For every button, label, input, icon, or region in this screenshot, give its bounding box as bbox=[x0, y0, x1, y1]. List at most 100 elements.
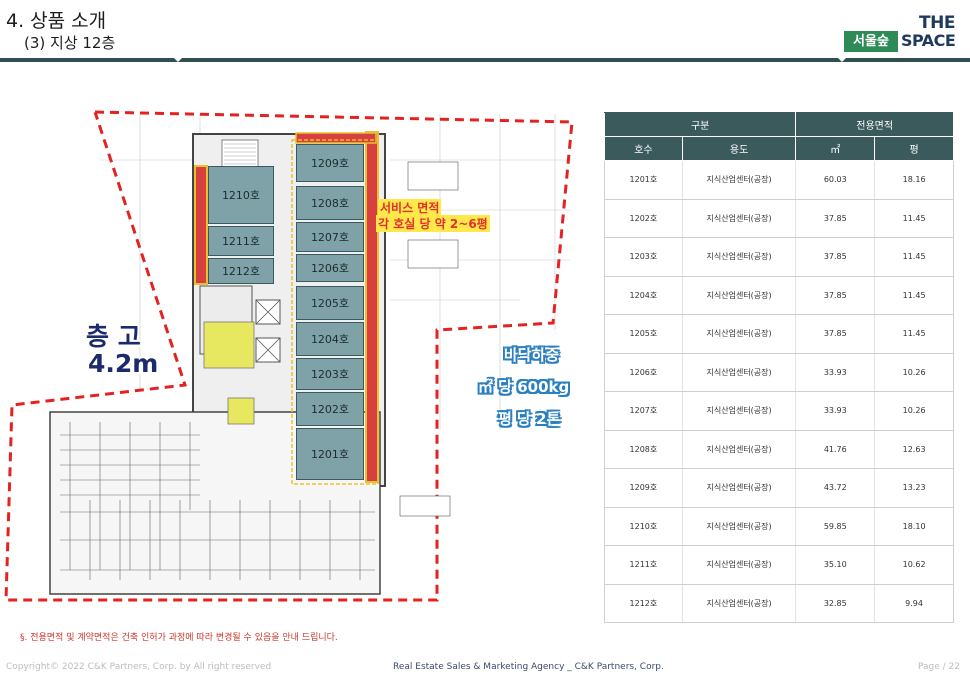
table-cell: 43.72 bbox=[795, 468, 876, 508]
table-cell: 37.85 bbox=[795, 276, 876, 315]
table-group-header: 구분 bbox=[603, 112, 797, 137]
table-cell: 1206호 bbox=[604, 353, 683, 392]
table-column-header: ㎡ bbox=[795, 136, 876, 161]
service-area-strip-right bbox=[365, 131, 379, 483]
room-1207: 1207호 bbox=[296, 222, 364, 252]
table-cell: 18.10 bbox=[874, 507, 954, 546]
table-cell: 지식산업센터(공장) bbox=[682, 584, 797, 623]
ceiling-height-value: 4.2m bbox=[88, 349, 159, 378]
table-cell: 11.45 bbox=[874, 276, 954, 315]
table-cell: 1212호 bbox=[604, 584, 683, 623]
floor-load-per-sqm: ㎡ 당 600kg bbox=[478, 378, 570, 396]
table-cell: 1211호 bbox=[604, 545, 683, 585]
table-cell: 1207호 bbox=[604, 391, 683, 431]
room-1212: 1212호 bbox=[208, 258, 274, 284]
room-1202: 1202호 bbox=[296, 392, 364, 426]
table-cell: 지식산업센터(공장) bbox=[682, 276, 797, 315]
table-cell: 37.85 bbox=[795, 199, 876, 238]
room-1201: 1201호 bbox=[296, 428, 364, 480]
table-cell: 11.45 bbox=[874, 199, 954, 238]
table-row: 1208호 지식산업센터(공장) 41.76 12.63 bbox=[604, 430, 954, 469]
table-cell: 지식산업센터(공장) bbox=[682, 545, 797, 585]
ceiling-height-label: 층 고 bbox=[86, 322, 141, 351]
room-1208: 1208호 bbox=[296, 186, 364, 220]
freight-elevator-area bbox=[227, 397, 255, 425]
logo-space-text: SPACE bbox=[901, 31, 956, 50]
logo-the-text: THE bbox=[919, 13, 955, 33]
unit-area-table: 구분 전용면적 호수 용도 ㎡ 평 1201호 지식산업센터(공장) 60.03 18… bbox=[603, 112, 954, 623]
table-cell: 지식산업센터(공장) bbox=[682, 391, 797, 431]
table-cell: 32.85 bbox=[795, 584, 876, 623]
table-column-header: 호수 bbox=[604, 136, 683, 161]
table-cell: 지식산업센터(공장) bbox=[682, 430, 797, 469]
table-cell: 지식산업센터(공장) bbox=[682, 160, 797, 200]
area-change-notice: §. 전용면적 및 계약면적은 건축 인허가 과정에 따라 변경될 수 있음을 … bbox=[20, 633, 338, 643]
table-cell: 지식산업센터(공장) bbox=[682, 199, 797, 238]
service-area-strip-left bbox=[194, 165, 208, 285]
table-cell: 1208호 bbox=[604, 430, 683, 469]
table-cell: 지식산업센터(공장) bbox=[682, 507, 797, 546]
table-cell: 지식산업센터(공장) bbox=[682, 353, 797, 392]
table-cell: 9.94 bbox=[874, 584, 954, 623]
room-1203: 1203호 bbox=[296, 358, 364, 390]
table-row: 1210호 지식산업센터(공장) 59.85 18.10 bbox=[604, 507, 954, 546]
room-1206: 1206호 bbox=[296, 254, 364, 282]
table-row: 1204호 지식산업센터(공장) 37.85 11.45 bbox=[604, 276, 954, 315]
room-1209: 1209호 bbox=[296, 144, 364, 182]
header-divider bbox=[0, 58, 970, 62]
table-row: 1212호 지식산업센터(공장) 32.85 9.94 bbox=[604, 584, 954, 623]
agency-text: Real Estate Sales & Marketing Agency _ C… bbox=[393, 662, 664, 672]
table-cell: 35.10 bbox=[795, 545, 876, 585]
table-group-header: 전용면적 bbox=[795, 112, 954, 137]
copyright-text: Copyright© 2022 C&K Partners, Corp. by A… bbox=[6, 662, 272, 672]
table-row: 1209호 지식산업센터(공장) 43.72 13.23 bbox=[604, 468, 954, 508]
table-cell: 11.45 bbox=[874, 237, 954, 277]
service-area-title: 서비스 면적 bbox=[378, 199, 442, 216]
room-1205: 1205호 bbox=[296, 286, 364, 320]
table-cell: 10.62 bbox=[874, 545, 954, 585]
table-row: 1202호 지식산업센터(공장) 37.85 11.45 bbox=[604, 199, 954, 238]
table-cell: 11.45 bbox=[874, 314, 954, 354]
table-row: 1211호 지식산업센터(공장) 35.10 10.62 bbox=[604, 545, 954, 585]
table-row: 1205호 지식산업센터(공장) 37.85 11.45 bbox=[604, 314, 954, 354]
table-row: 1207호 지식산업센터(공장) 33.93 10.26 bbox=[604, 391, 954, 431]
room-1210: 1210호 bbox=[208, 166, 274, 224]
table-cell: 1204호 bbox=[604, 276, 683, 315]
page-subtitle: (3) 지상 12층 bbox=[24, 34, 116, 52]
table-column-header: 평 bbox=[874, 136, 954, 161]
table-cell: 1205호 bbox=[604, 314, 683, 354]
table-cell: 1202호 bbox=[604, 199, 683, 238]
room-1204: 1204호 bbox=[296, 322, 364, 356]
service-area-detail: 각 호실 당 약 2~6평 bbox=[376, 215, 490, 232]
table-row: 1206호 지식산업센터(공장) 33.93 10.26 bbox=[604, 353, 954, 392]
table-row: 1201호 지식산업센터(공장) 60.03 18.16 bbox=[604, 160, 954, 200]
page-header: 4. 상품 소개 (3) 지상 12층 서울숲 THE SPACE bbox=[0, 0, 970, 62]
logo-brand-badge: 서울숲 bbox=[844, 31, 898, 52]
table-cell: 1209호 bbox=[604, 468, 683, 508]
table-cell: 1203호 bbox=[604, 237, 683, 277]
table-cell: 12.63 bbox=[874, 430, 954, 469]
table-cell: 13.23 bbox=[874, 468, 954, 508]
table-cell: 지식산업센터(공장) bbox=[682, 237, 797, 277]
table-cell: 18.16 bbox=[874, 160, 954, 200]
table-cell: 37.85 bbox=[795, 314, 876, 354]
table-column-header: 용도 bbox=[681, 136, 797, 161]
table-cell: 1210호 bbox=[604, 507, 683, 546]
elevator-hall-area bbox=[203, 321, 255, 369]
table-cell: 59.85 bbox=[795, 507, 876, 546]
floor-load-title: 바닥하중 bbox=[504, 346, 560, 364]
table-cell: 10.26 bbox=[874, 353, 954, 392]
table-cell: 1201호 bbox=[604, 160, 683, 200]
table-cell: 41.76 bbox=[795, 430, 876, 469]
table-cell: 60.03 bbox=[795, 160, 876, 200]
page-number: Page / 22 bbox=[918, 662, 960, 672]
page-title: 4. 상품 소개 bbox=[6, 10, 107, 32]
table-cell: 33.93 bbox=[795, 391, 876, 431]
table-cell: 33.93 bbox=[795, 353, 876, 392]
floor-load-per-pyeong: 평 당 2톤 bbox=[498, 410, 561, 428]
room-1211: 1211호 bbox=[208, 226, 274, 256]
table-row: 1203호 지식산업센터(공장) 37.85 11.45 bbox=[604, 237, 954, 277]
table-cell: 37.85 bbox=[795, 237, 876, 277]
table-cell: 지식산업센터(공장) bbox=[682, 314, 797, 354]
table-cell: 지식산업센터(공장) bbox=[682, 468, 797, 508]
